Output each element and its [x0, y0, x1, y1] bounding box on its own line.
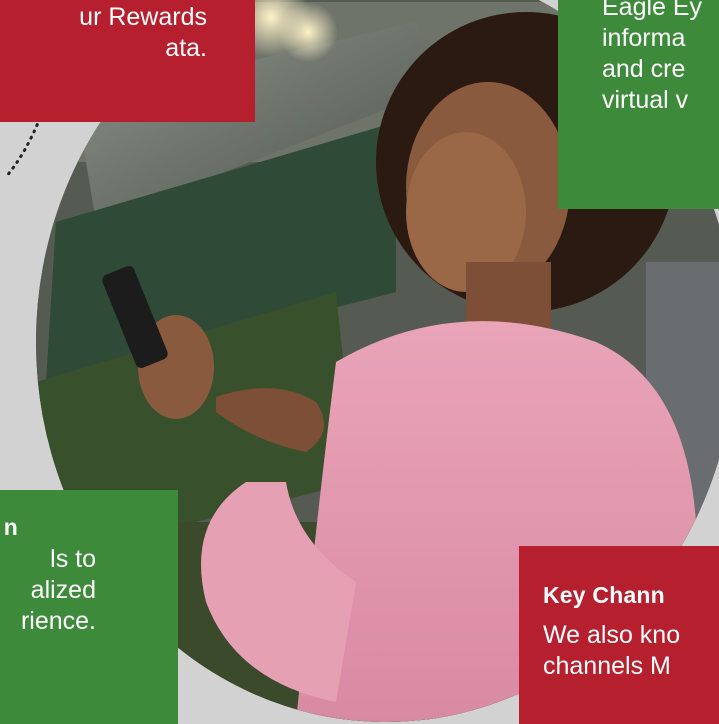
rewards-callout-text: ur Rewards ata. [79, 3, 207, 62]
key-channels-callout-text: We also kno channels M [543, 621, 681, 680]
eagle-eye-callout: Eagle Ey informa and cre virtual v [558, 0, 719, 209]
personalization-callout: n ls to alized rience. [0, 490, 178, 724]
personalization-callout-text: ls to alized rience. [20, 545, 96, 635]
rewards-callout: ur Rewards ata. [0, 0, 255, 122]
personalization-callout-inner: n ls to alized rience. [0, 490, 178, 724]
key-channels-callout-title: Key Chann [543, 582, 665, 608]
personalization-callout-title: n [3, 514, 18, 540]
eagle-eye-callout-text: Eagle Ey informa and cre virtual v [602, 0, 703, 114]
key-channels-callout: Key Chann We also kno channels M [519, 546, 719, 724]
